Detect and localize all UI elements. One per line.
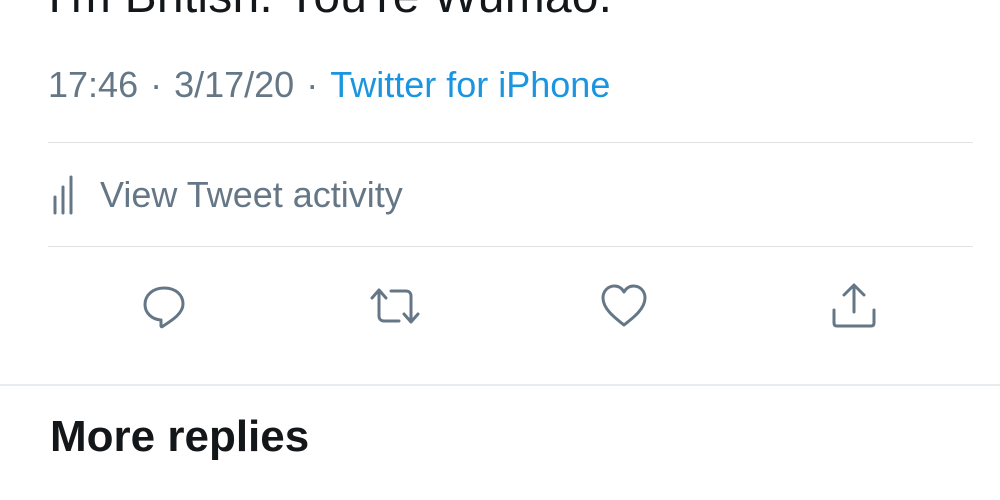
meta-separator: · <box>306 64 319 105</box>
meta-separator: · <box>150 64 163 105</box>
tweet-source-link[interactable]: Twitter for iPhone <box>330 64 610 106</box>
like-button[interactable] <box>596 278 652 334</box>
tweet-text: I'm British. You're Wumao. <box>48 0 612 24</box>
section-divider <box>0 384 1000 386</box>
tweet-time: 17:46 <box>48 64 139 105</box>
reply-button[interactable] <box>136 278 192 334</box>
retweet-button[interactable] <box>367 278 423 334</box>
heart-icon <box>601 284 647 327</box>
tweet-detail-page: I'm British. You're Wumao. 17:46 · 3/17/… <box>0 0 1000 500</box>
share-button[interactable] <box>826 278 882 334</box>
comment-icon <box>143 286 185 329</box>
view-tweet-activity-link[interactable]: View Tweet activity <box>48 168 403 222</box>
tweet-meta: 17:46 · 3/17/20 · Twitter for iPhone <box>48 62 610 108</box>
divider <box>48 246 973 247</box>
divider <box>48 142 973 143</box>
retweet-icon <box>370 288 420 324</box>
view-tweet-activity-label: View Tweet activity <box>100 174 403 215</box>
tweet-date: 3/17/20 <box>174 64 295 105</box>
tweet-actions-bar <box>0 270 1000 340</box>
more-replies-heading: More replies <box>50 412 310 461</box>
bar-chart-icon <box>48 175 78 215</box>
share-icon <box>832 283 876 328</box>
